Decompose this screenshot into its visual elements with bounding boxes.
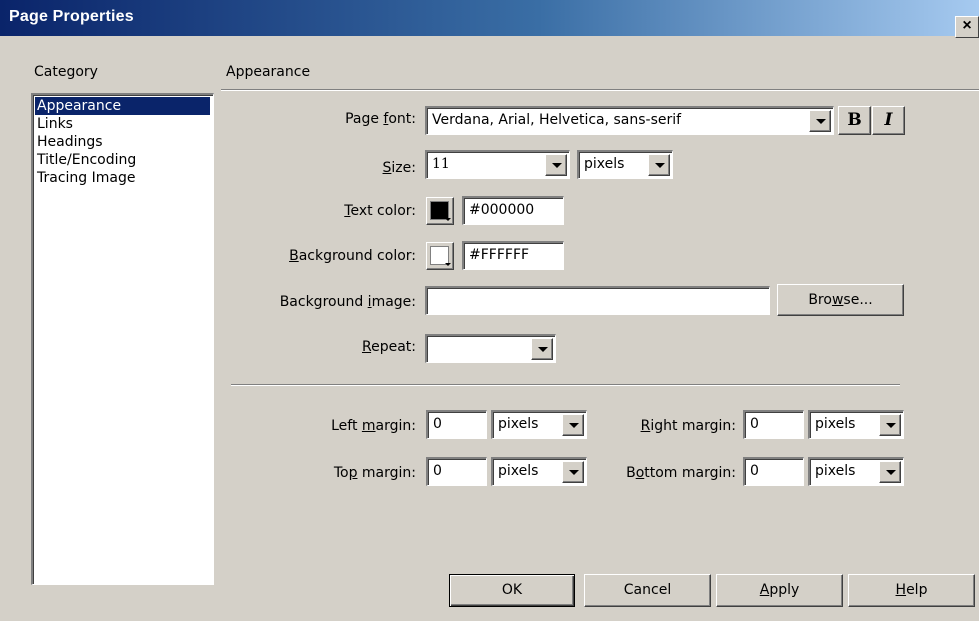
background-color-picker[interactable] [426,242,454,270]
size-label: Size: [382,160,416,176]
repeat-label: Repeat: [361,339,416,355]
bottom-margin-unit-select[interactable]: pixels [808,457,904,486]
background-image-input[interactable] [425,286,770,315]
caret-down-icon [445,218,451,221]
background-color-input[interactable]: #FFFFFF [462,241,564,270]
text-color-input[interactable]: #000000 [462,196,564,225]
chevron-down-icon[interactable] [809,110,831,132]
page-font-label: Page font: [345,111,416,127]
page-font-value: Verdana, Arial, Helvetica, sans-serif [432,112,682,128]
right-margin-input[interactable]: 0 [743,410,804,439]
section-divider [221,89,979,91]
title-bar [0,0,979,36]
chevron-down-icon[interactable] [879,414,901,436]
margins-divider [231,384,900,386]
left-margin-unit-select[interactable]: pixels [491,410,587,439]
page-font-select[interactable]: Verdana, Arial, Helvetica, sans-serif [425,106,834,135]
top-margin-value: 0 [433,463,442,479]
category-list[interactable]: Appearance Links Headings Title/Encoding… [31,93,214,585]
section-title: Appearance [226,64,311,80]
italic-button[interactable]: I [872,106,905,135]
bottom-margin-label: Bottom margin: [626,465,736,481]
caret-down-icon [445,263,451,266]
chevron-down-icon[interactable] [562,461,584,483]
browse-button[interactable]: Browse... [777,284,904,316]
right-margin-value: 0 [750,416,759,432]
right-margin-label: Right margin: [640,418,736,434]
chevron-down-icon[interactable] [879,461,901,483]
right-margin-unit-select[interactable]: pixels [808,410,904,439]
category-item-appearance[interactable]: Appearance [35,97,210,115]
chevron-down-icon[interactable] [562,414,584,436]
category-item-title-encoding[interactable]: Title/Encoding [35,151,210,169]
text-color-picker[interactable] [426,197,454,225]
chevron-down-icon[interactable] [648,154,670,176]
chevron-down-icon[interactable] [545,154,567,176]
top-margin-unit-select[interactable]: pixels [491,457,587,486]
chevron-down-icon[interactable] [531,338,553,360]
repeat-select[interactable] [425,334,556,363]
close-icon: × [962,17,972,34]
category-item-links[interactable]: Links [35,115,210,133]
help-button[interactable]: Help [848,574,975,607]
category-header: Category [34,64,98,80]
background-image-label: Background image: [279,294,416,310]
bottom-margin-input[interactable]: 0 [743,457,804,486]
apply-button[interactable]: Apply [716,574,843,607]
left-margin-input[interactable]: 0 [426,410,487,439]
ok-button[interactable]: OK [449,574,575,607]
bold-button[interactable]: B [838,106,871,135]
bottom-margin-value: 0 [750,463,759,479]
left-margin-value: 0 [433,416,442,432]
size-unit-select[interactable]: pixels [577,150,673,179]
cancel-button[interactable]: Cancel [584,574,711,607]
background-color-label: Background color: [289,248,416,264]
text-color-value: #000000 [469,202,535,218]
text-color-label: Text color: [344,203,416,219]
dialog-title: Page Properties [9,8,134,25]
background-color-value: #FFFFFF [469,247,530,263]
top-margin-input[interactable]: 0 [426,457,487,486]
close-button[interactable]: × [955,16,979,38]
top-margin-label: Top margin: [333,465,416,481]
size-select[interactable]: 11 [425,150,570,179]
category-item-tracing-image[interactable]: Tracing Image [35,169,210,187]
category-item-headings[interactable]: Headings [35,133,210,151]
left-margin-label: Left margin: [331,418,416,434]
